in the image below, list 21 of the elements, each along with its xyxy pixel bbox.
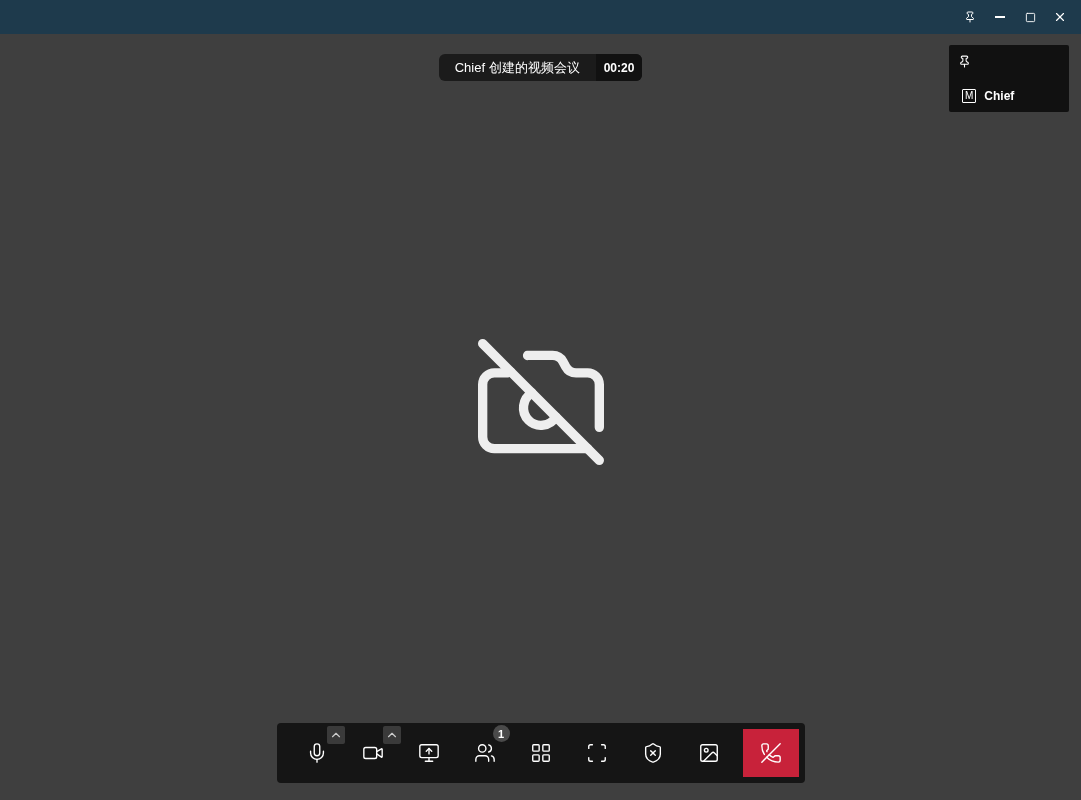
- phone-hang-up-icon: [759, 742, 782, 764]
- maximize-icon: [1024, 11, 1036, 23]
- minimize-icon: [995, 16, 1005, 18]
- participants-button[interactable]: 1: [456, 724, 513, 782]
- meeting-topic: Chief 创建的视频会议: [453, 58, 581, 77]
- pin-icon: [964, 11, 976, 23]
- image-icon: [697, 742, 720, 764]
- participant-name: Chief: [984, 89, 1015, 103]
- hangup-button[interactable]: [742, 729, 799, 777]
- close-icon: [1053, 10, 1067, 24]
- grid-icon: [529, 742, 552, 764]
- caret-icon[interactable]: [326, 726, 345, 744]
- expand-corners-icon: [585, 742, 608, 764]
- people-icon: [473, 742, 496, 764]
- meeting-timer: 00:20: [595, 54, 643, 81]
- screen-share-icon: [417, 742, 440, 764]
- caret-icon[interactable]: [382, 726, 401, 744]
- role-badge: M: [962, 89, 977, 103]
- self-view-tile[interactable]: M Chief: [949, 45, 1069, 112]
- pin-icon[interactable]: [958, 55, 971, 68]
- participant-count: 1: [492, 725, 510, 742]
